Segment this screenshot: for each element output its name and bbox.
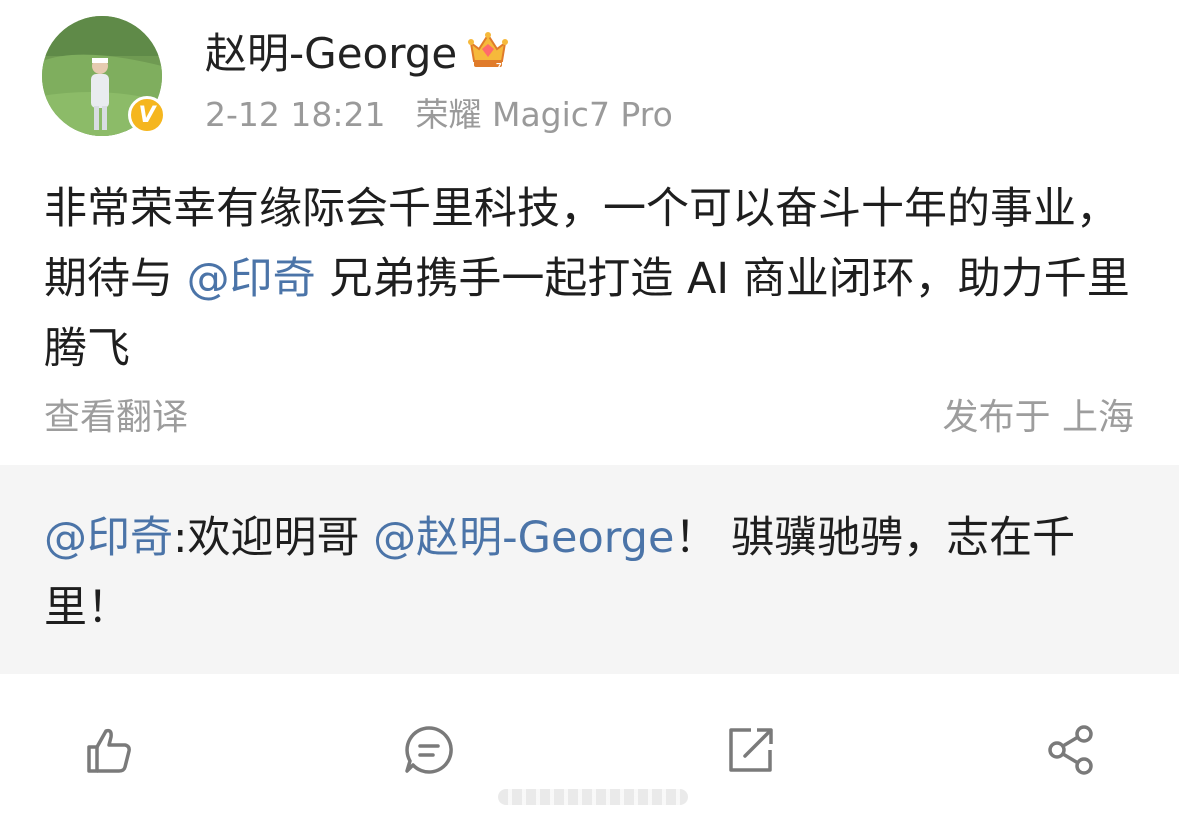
comment-button[interactable] <box>399 720 459 780</box>
crown-icon[interactable]: 7 <box>465 27 511 73</box>
post-source[interactable]: 荣耀 Magic7 Pro <box>416 95 673 134</box>
repost-icon <box>729 728 773 772</box>
like-button[interactable] <box>78 720 138 780</box>
comment-mention-link[interactable]: @赵明-George <box>373 513 674 563</box>
post-mention-link[interactable]: @印奇 <box>187 254 316 304</box>
translate-link[interactable]: 查看翻译 <box>44 388 188 440</box>
featured-comment-card[interactable]: @印奇:欢迎明哥 @赵明-George！ 骐骥驰骋，志在千里！ <box>0 465 1179 674</box>
verified-letter: V <box>138 102 156 128</box>
comment-author-link[interactable]: @印奇 <box>44 513 173 563</box>
repost-button[interactable] <box>720 720 780 780</box>
post-location: 发布于 上海 <box>942 397 1134 438</box>
share-button[interactable] <box>1041 720 1101 780</box>
author-row: 赵明-George 7 <box>205 22 511 78</box>
svg-text:7: 7 <box>496 62 502 73</box>
author-name[interactable]: 赵明-George <box>205 20 457 81</box>
comment-text: @印奇:欢迎明哥 @赵明-George！ 骐骥驰骋，志在千里！ <box>44 503 1139 643</box>
post-text: 非常荣幸有缘际会千里科技，一个可以奋斗十年的事业，期待与 @印奇 兄弟携手一起打… <box>44 174 1134 384</box>
like-icon <box>87 728 131 773</box>
post-time: 2-12 18:21 <box>205 95 386 134</box>
home-indicator <box>498 789 688 805</box>
post-meta: 2-12 18:21 荣耀 Magic7 Pro <box>205 88 673 136</box>
share-icon <box>1048 725 1093 775</box>
comment-icon <box>405 726 453 774</box>
verified-badge-icon: V <box>128 96 166 134</box>
comment-text-part-1: :欢迎明哥 <box>173 513 374 563</box>
